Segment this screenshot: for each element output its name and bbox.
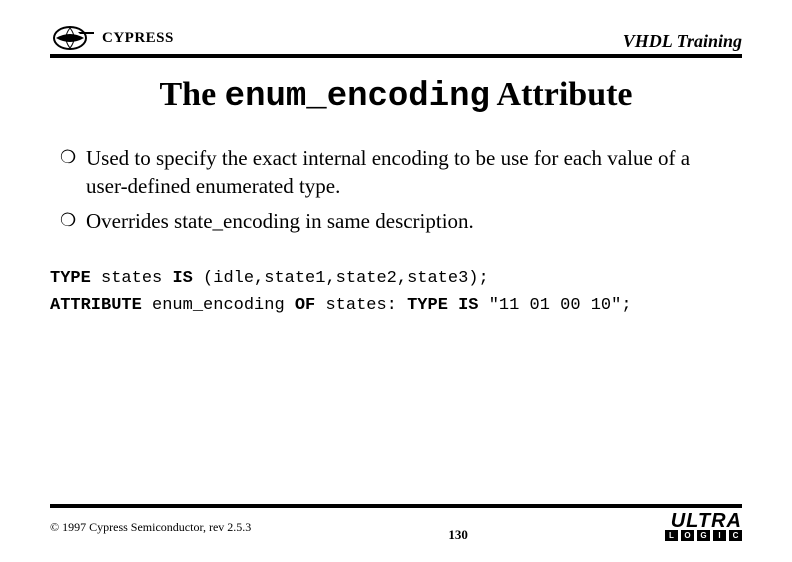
ultra-text: ULTRA (671, 513, 742, 529)
logic-box: I (713, 530, 726, 541)
copyright-text: © 1997 Cypress Semiconductor, rev 2.5.3 (50, 520, 251, 535)
code-keyword: TYPE IS (407, 296, 478, 315)
code-keyword: TYPE (50, 269, 91, 288)
logic-boxes: L O G I C (665, 530, 742, 541)
title-code: enum_encoding (225, 78, 490, 116)
cypress-logo: CYPRESS (50, 24, 174, 52)
page-number: 130 (448, 527, 468, 543)
footer-row: © 1997 Cypress Semiconductor, rev 2.5.3 … (50, 512, 742, 542)
bullet-icon: ❍ (60, 207, 86, 233)
code-keyword: OF (295, 296, 315, 315)
code-text: states: (315, 296, 407, 315)
globe-icon (50, 24, 96, 52)
logic-box: G (697, 530, 710, 541)
slide: CYPRESS VHDL Training The enum_encoding … (50, 20, 742, 542)
code-block: TYPE states IS (idle,state1,state2,state… (50, 265, 742, 319)
bullet-list: ❍ Used to specify the exact internal enc… (60, 144, 732, 235)
list-item: ❍ Overrides state_encoding in same descr… (60, 207, 732, 235)
title-suffix: Attribute (490, 76, 633, 113)
ultra-logo: ULTRA L O G I C (665, 513, 742, 541)
code-keyword: ATTRIBUTE (50, 296, 142, 315)
footer-rule (50, 504, 742, 508)
list-item: ❍ Used to specify the exact internal enc… (60, 144, 732, 201)
logic-box: O (681, 530, 694, 541)
code-text: states (91, 269, 173, 288)
code-text: "11 01 00 10"; (479, 296, 632, 315)
header-rule (50, 54, 742, 58)
brand-text: CYPRESS (102, 30, 174, 47)
code-text: (idle,state1,state2,state3); (193, 269, 489, 288)
logic-box: L (665, 530, 678, 541)
slide-title: The enum_encoding Attribute (50, 76, 742, 116)
title-prefix: The (159, 76, 224, 113)
bullet-text: Overrides state_encoding in same descrip… (86, 207, 732, 235)
bullet-text: Used to specify the exact internal encod… (86, 144, 732, 201)
bullet-icon: ❍ (60, 144, 86, 170)
header-title: VHDL Training (623, 31, 742, 52)
logic-box: C (729, 530, 742, 541)
code-keyword: IS (172, 269, 192, 288)
footer: © 1997 Cypress Semiconductor, rev 2.5.3 … (50, 504, 742, 542)
code-text: enum_encoding (142, 296, 295, 315)
header: CYPRESS VHDL Training (50, 20, 742, 52)
